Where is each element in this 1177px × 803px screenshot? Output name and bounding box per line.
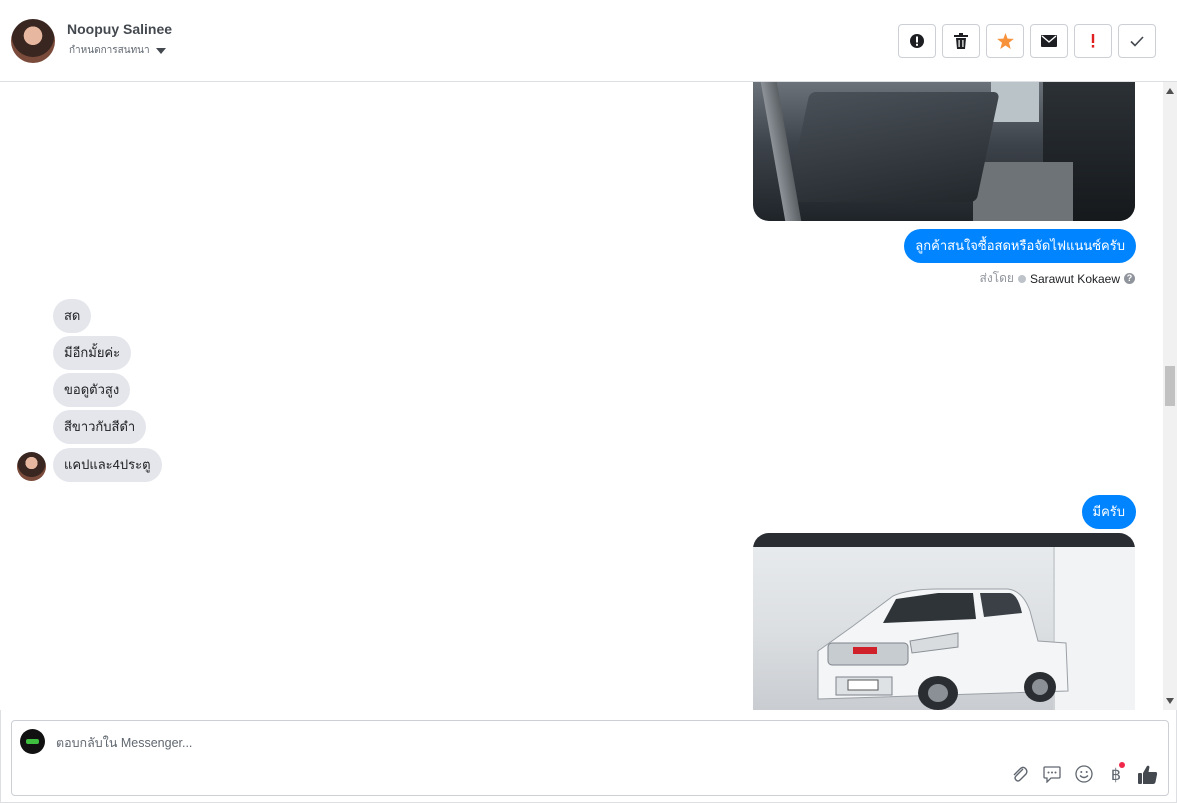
outgoing-message[interactable]: ลูกค้าสนใจซื้อสดหรือจัดไฟแนนซ์ครับ <box>904 229 1136 263</box>
exclamation-icon <box>1091 34 1095 48</box>
car-interior-photo[interactable] <box>753 82 1135 221</box>
pickup-truck-image <box>817 588 1069 710</box>
thread-scrollbar[interactable] <box>1163 82 1177 710</box>
trash-icon <box>954 33 968 49</box>
scroll-down-icon[interactable] <box>1166 698 1174 704</box>
delete-button[interactable] <box>942 24 980 58</box>
assign-conversation-dropdown[interactable]: กำหนดการสนทนา <box>69 43 166 58</box>
incoming-message[interactable]: สด <box>53 299 92 333</box>
verified-dot-icon <box>1017 274 1026 283</box>
help-icon[interactable]: ? <box>1124 273 1135 284</box>
saved-reply-button[interactable] <box>1042 764 1062 784</box>
contact-avatar-small[interactable] <box>17 452 46 481</box>
sent-by-info: ส่งโดย Sarawut Kokaew ? <box>979 269 1135 288</box>
mark-spam-button[interactable] <box>898 24 936 58</box>
incoming-message[interactable]: มีอีกมั้ยค่ะ <box>53 336 132 370</box>
thumbs-up-icon <box>1138 765 1158 784</box>
payment-button[interactable]: ฿ <box>1106 762 1126 784</box>
conversation-header: Noopuy Salinee กำหนดการสนทนา <box>0 0 1177 82</box>
attach-file-button[interactable] <box>1010 764 1030 784</box>
contact-avatar[interactable] <box>11 19 55 63</box>
sender-name[interactable]: Sarawut Kokaew <box>1030 272 1120 286</box>
scrollbar-thumb[interactable] <box>1165 366 1175 406</box>
sent-by-label: ส่งโดย <box>979 271 1014 285</box>
send-like-button[interactable] <box>1138 764 1158 784</box>
contact-name[interactable]: Noopuy Salinee <box>67 21 172 37</box>
exclamation-circle-icon <box>910 34 924 48</box>
photo-ceiling <box>753 533 1135 547</box>
notification-dot <box>1119 762 1125 768</box>
page-avatar <box>20 729 45 754</box>
composer-toolbar: ฿ <box>1010 762 1158 784</box>
white-pickup-truck-photo[interactable] <box>753 533 1135 710</box>
incoming-message[interactable]: สีขาวกับสีดำ <box>53 410 147 444</box>
mark-done-button[interactable] <box>1118 24 1156 58</box>
reply-input[interactable] <box>56 735 756 751</box>
saved-reply-icon <box>1043 765 1061 783</box>
assign-label: กำหนดการสนทนา <box>69 45 150 56</box>
reply-composer: ฿ <box>11 720 1169 796</box>
mark-unread-button[interactable] <box>1030 24 1068 58</box>
outgoing-message[interactable]: มีครับ <box>1081 495 1136 529</box>
check-icon <box>1130 35 1144 47</box>
photo-window-area <box>991 82 1039 122</box>
incoming-message[interactable]: แคปและ4ประตู <box>53 448 162 482</box>
envelope-icon <box>1041 35 1057 47</box>
message-thread[interactable]: ลูกค้าสนใจซื้อสดหรือจัดไฟแนนซ์ครับ ส่งโด… <box>0 82 1163 710</box>
emoji-icon <box>1075 765 1093 783</box>
star-icon <box>996 33 1014 49</box>
photo-rear-seat <box>786 92 1000 202</box>
conversation-toolbar <box>898 24 1156 58</box>
follow-up-button[interactable] <box>1074 24 1112 58</box>
scroll-up-icon[interactable] <box>1166 88 1174 94</box>
incoming-message[interactable]: ขอดูตัวสูง <box>53 373 131 407</box>
photo-floor <box>973 162 1073 221</box>
emoji-button[interactable] <box>1074 764 1094 784</box>
photo-door-pillar <box>760 82 802 221</box>
paperclip-icon <box>1013 766 1028 782</box>
star-button[interactable] <box>986 24 1024 58</box>
caret-down-icon <box>155 47 166 54</box>
